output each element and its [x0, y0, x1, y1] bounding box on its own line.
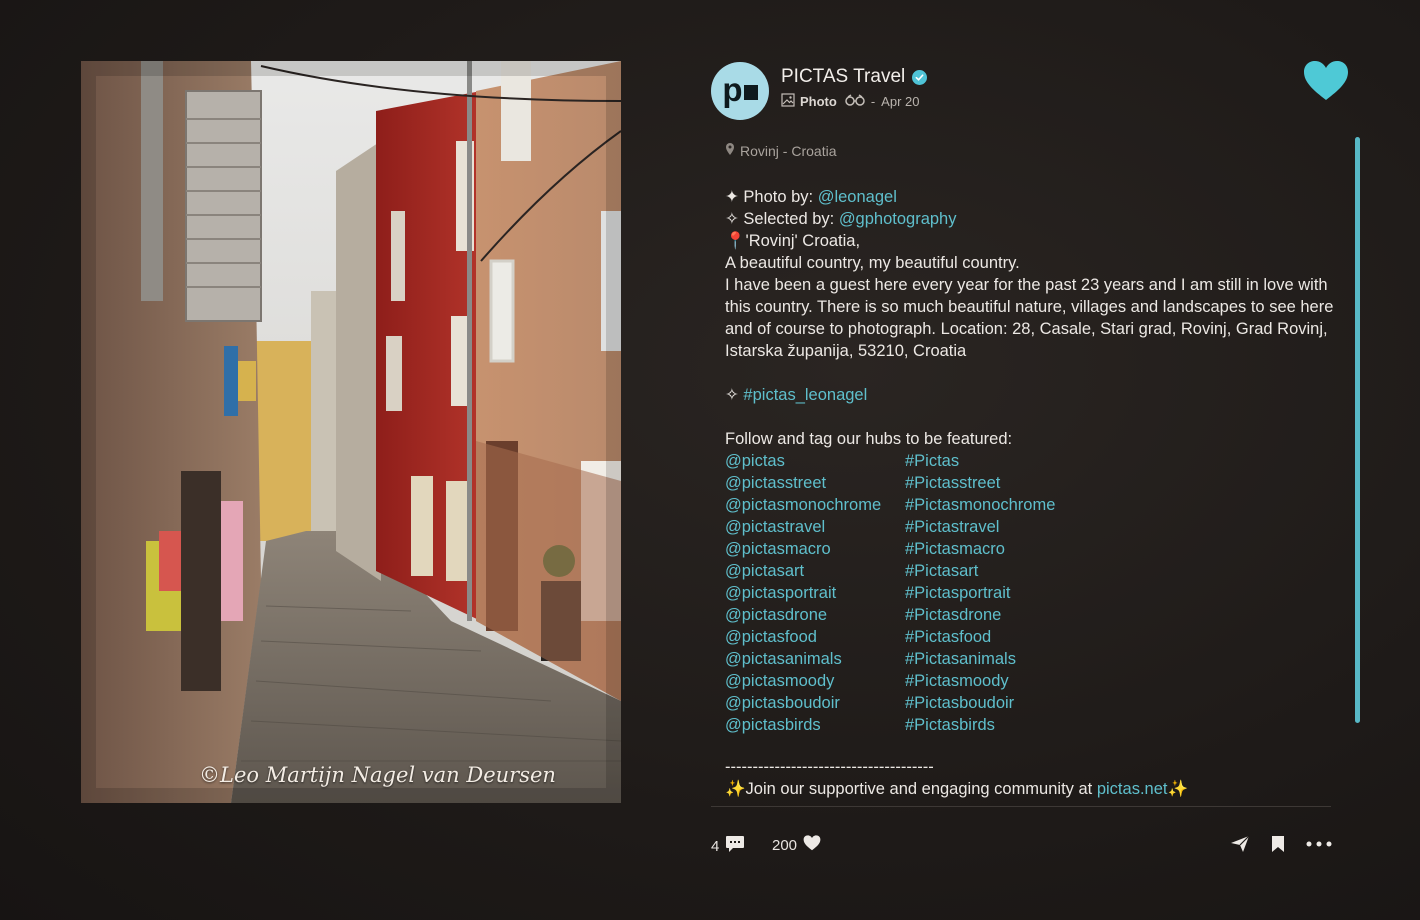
meta-separator: - [870, 94, 876, 109]
post-caption: ✦ Photo by: @leonagel ✧ Selected by: @gp… [725, 186, 1335, 800]
hub-account-link[interactable]: @pictasmonochrome [725, 494, 905, 516]
hub-row: @pictasportrait #Pictasportrait [725, 582, 1335, 604]
tag-line: ✧ #pictas_leonagel [725, 384, 1335, 406]
location-pin-icon [725, 142, 735, 159]
hub-hashtag-link[interactable]: #Pictasportrait [905, 582, 1010, 604]
hub-account-link[interactable]: @pictastravel [725, 516, 905, 538]
post-location[interactable]: Rovinj - Croatia [725, 142, 836, 159]
bookmark-icon [1271, 835, 1285, 857]
hub-account-link[interactable]: @pictasmacro [725, 538, 905, 560]
comment-icon [725, 835, 745, 857]
caption-scrollbar[interactable] [1355, 137, 1360, 723]
share-icon [1230, 835, 1250, 857]
hub-row: @pictastravel #Pictastravel [725, 516, 1335, 538]
post-date: Apr 20 [881, 94, 920, 109]
hub-hashtag-link[interactable]: #Pictasmacro [905, 538, 1005, 560]
more-icon [1306, 835, 1332, 857]
hub-row: @pictasmonochrome #Pictasmonochrome [725, 494, 1335, 516]
follow-line: Follow and tag our hubs to be featured: [725, 430, 1013, 448]
caption-dashes: -------------------------------------- [725, 758, 934, 776]
caption-paragraph: I have been a guest here every year for … [725, 276, 1334, 360]
hub-row: @pictasmoody #Pictasmoody [725, 670, 1335, 692]
comments-count: 4 [711, 837, 720, 855]
hub-account-link[interactable]: @pictasstreet [725, 472, 905, 494]
hub-hashtag-link[interactable]: #Pictasfood [905, 626, 991, 648]
post-type: Photo [800, 94, 837, 109]
hub-hashtag-link[interactable]: #Pictasboudoir [905, 692, 1014, 714]
post-meta: Photo - Apr 20 [781, 93, 919, 110]
hub-account-link[interactable]: @pictasboudoir [725, 692, 905, 714]
join-prefix: ✨Join our supportive and engaging commun… [725, 780, 1097, 798]
hub-account-link[interactable]: @pictasmoody [725, 670, 905, 692]
account-name[interactable]: PICTAS Travel [781, 66, 905, 88]
photo-watermark: ©Leo Martijn Nagel van Deursen [199, 763, 556, 787]
hub-hashtag-link[interactable]: #Pictas [905, 450, 959, 472]
hub-account-link[interactable]: @pictasanimals [725, 648, 905, 670]
hub-row: @pictasanimals #Pictasanimals [725, 648, 1335, 670]
account-name-row: PICTAS Travel [781, 66, 928, 88]
avatar-letter: p [722, 70, 743, 108]
hub-account-link[interactable]: @pictasportrait [725, 582, 905, 604]
binoculars-icon [845, 94, 865, 109]
hub-account-link[interactable]: @pictas [725, 450, 905, 472]
verified-icon [912, 69, 928, 85]
street-photo-illustration [81, 61, 621, 803]
bookmark-button[interactable] [1271, 835, 1285, 857]
photo-by-user-link[interactable]: @leonagel [818, 188, 897, 206]
join-suffix: ✨ [1167, 780, 1189, 798]
hub-hashtag-link[interactable]: #Pictasdrone [905, 604, 1001, 626]
tag-prefix: ✧ [725, 386, 744, 404]
hub-hashtag-link[interactable]: #Pictasanimals [905, 648, 1016, 670]
hub-hashtag-link[interactable]: #Pictastravel [905, 516, 999, 538]
hub-row: @pictasstreet #Pictasstreet [725, 472, 1335, 494]
likes-count: 200 [772, 836, 798, 854]
hubs-list: @pictas #Pictas @pictasstreet #Pictasstreet… [725, 450, 1335, 736]
hub-account-link[interactable]: @pictasdrone [725, 604, 905, 626]
hub-hashtag-link[interactable]: #Pictasmonochrome [905, 494, 1055, 516]
caption-line-1: A beautiful country, my beautiful countr… [725, 254, 1020, 272]
hub-hashtag-link[interactable]: #Pictasstreet [905, 472, 1000, 494]
join-line: ✨Join our supportive and engaging commun… [725, 778, 1335, 800]
hub-row: @pictasart #Pictasart [725, 560, 1335, 582]
join-link[interactable]: pictas.net [1097, 780, 1168, 798]
like-button[interactable]: 200 [772, 835, 821, 855]
hub-row: @pictasboudoir #Pictasboudoir [725, 692, 1335, 714]
photo-by-line: ✦ Photo by: @leonagel [725, 186, 1335, 208]
avatar-block-shape [743, 85, 758, 100]
more-options-button[interactable] [1306, 835, 1332, 857]
hub-hashtag-link[interactable]: #Pictasbirds [905, 714, 995, 736]
photo-type-icon [781, 93, 795, 110]
post-photo[interactable]: ©Leo Martijn Nagel van Deursen [81, 61, 621, 803]
location-text: Rovinj - Croatia [740, 142, 837, 159]
hub-hashtag-link[interactable]: #Pictasmoody [905, 670, 1009, 692]
hub-row: @pictas #Pictas [725, 450, 1335, 472]
hub-row: @pictasmacro #Pictasmacro [725, 538, 1335, 560]
comments-button[interactable]: 4 [711, 835, 745, 857]
selected-by-user-link[interactable]: @gphotography [839, 210, 957, 228]
hub-hashtag-link[interactable]: #Pictasart [905, 560, 978, 582]
like-heart-icon [803, 835, 821, 855]
hub-account-link[interactable]: @pictasfood [725, 626, 905, 648]
hub-account-link[interactable]: @pictasart [725, 560, 905, 582]
place-line: 📍'Rovinj' Croatia, [725, 232, 861, 250]
hub-row: @pictasbirds #Pictasbirds [725, 714, 1335, 736]
photo-by-label: ✦ Photo by: [725, 188, 818, 206]
account-avatar[interactable]: p [711, 62, 769, 120]
tag-link[interactable]: #pictas_leonagel [743, 386, 867, 404]
hub-account-link[interactable]: @pictasbirds [725, 714, 905, 736]
selected-by-line: ✧ Selected by: @gphotography [725, 208, 1335, 230]
share-button[interactable] [1230, 835, 1250, 857]
caption-divider [711, 806, 1331, 807]
hub-row: @pictasfood #Pictasfood [725, 626, 1335, 648]
hub-row: @pictasdrone #Pictasdrone [725, 604, 1335, 626]
heart-icon[interactable] [1303, 60, 1349, 107]
selected-by-label: ✧ Selected by: [725, 210, 839, 228]
